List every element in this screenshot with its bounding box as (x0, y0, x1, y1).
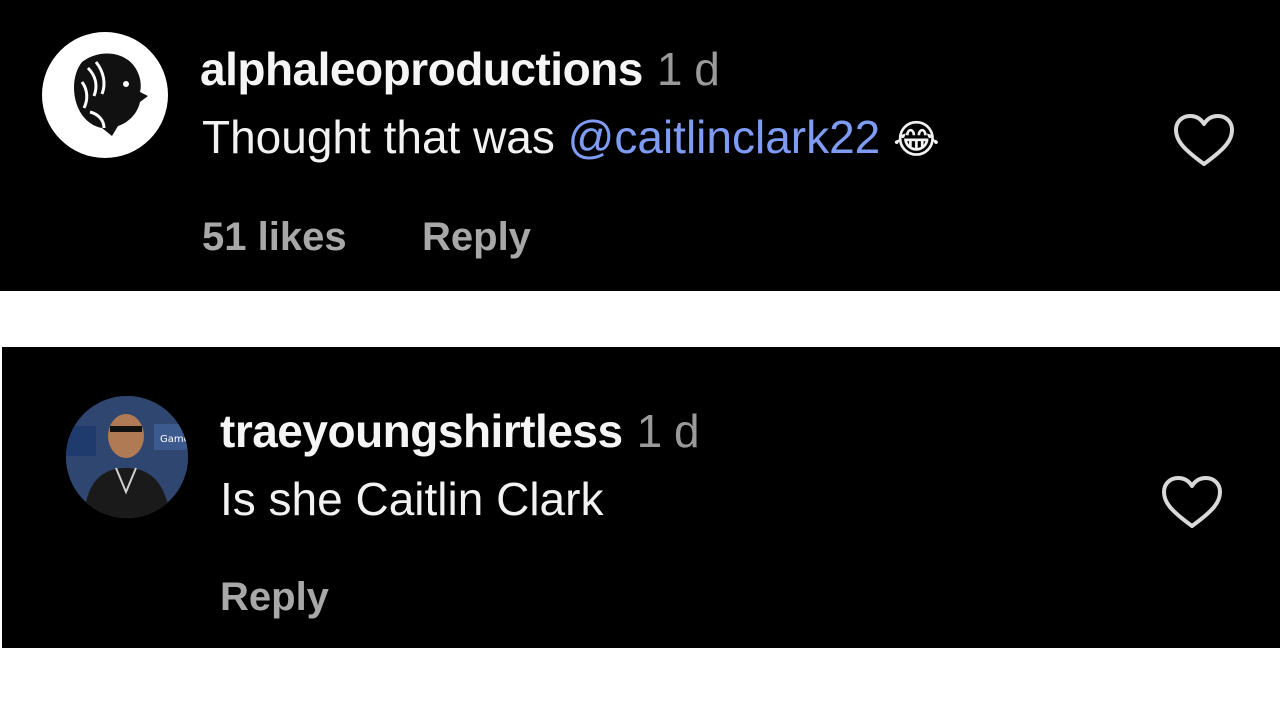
username-text[interactable]: traeyoungshirtless (220, 405, 623, 457)
lion-logo-icon (74, 53, 148, 136)
laughing-emoji-icon: 😂 (893, 118, 940, 162)
avatar[interactable] (42, 32, 168, 158)
heart-outline-icon[interactable] (1172, 112, 1236, 168)
comment-username[interactable]: traeyoungshirtless 1 d (220, 404, 700, 458)
avatar[interactable]: Game (66, 396, 188, 518)
username-text[interactable]: alphaleoproductions (200, 43, 643, 95)
comment-text-prefix: Thought that was (202, 111, 568, 163)
heart-outline-icon[interactable] (1160, 474, 1224, 530)
svg-text:Game: Game (160, 434, 188, 445)
comment-item-2 (2, 347, 1280, 648)
comment-time: 1 d (636, 405, 700, 457)
profile-photo: Game (66, 396, 188, 518)
comment-time: 1 d (656, 43, 720, 95)
mention-link[interactable]: @caitlinclark22 (568, 111, 881, 163)
reply-button[interactable]: Reply (422, 215, 531, 260)
reply-button[interactable]: Reply (220, 575, 329, 620)
comment-item-1: alphaleoproductions 1 d Thought that was … (0, 0, 1280, 291)
comment-username[interactable]: alphaleoproductions 1 d (200, 42, 720, 96)
comment-text: Thought that was @caitlinclark22 😂 (202, 110, 940, 164)
likes-count[interactable]: 51 likes (202, 215, 347, 260)
comment-text: Is she Caitlin Clark (220, 473, 604, 525)
